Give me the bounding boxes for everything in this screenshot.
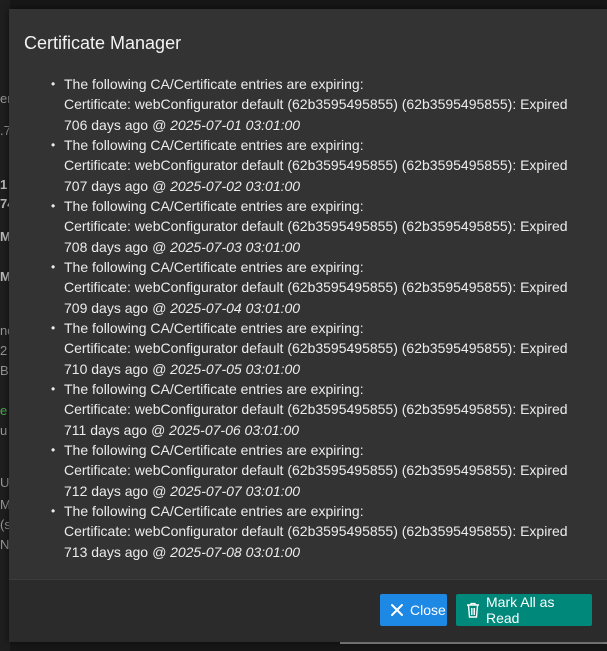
modal-footer: Close Mark All as Read xyxy=(9,579,607,642)
modal-body: Certificate Manager • The following CA/C… xyxy=(9,9,607,579)
notice-date: 2025-07-03 03:01:00 xyxy=(170,238,301,255)
notice-date: 2025-07-01 03:01:00 xyxy=(170,116,301,133)
notice-date: 2025-07-07 03:01:00 xyxy=(170,482,301,499)
notice-date: 2025-07-05 03:01:00 xyxy=(170,360,301,377)
notice-date: 2025-07-02 03:01:00 xyxy=(170,177,301,194)
close-button[interactable]: Close xyxy=(380,594,447,626)
notice-heading: The following CA/Certificate entries are… xyxy=(64,503,364,519)
notice-detail: Certificate: webConfigurator default (62… xyxy=(64,523,568,540)
close-button-label: Close xyxy=(410,602,446,618)
mark-all-read-button[interactable]: Mark All as Read xyxy=(456,594,592,626)
notice-heading: The following CA/Certificate entries are… xyxy=(64,320,364,336)
notice-days: 706 days ago xyxy=(64,116,149,133)
notice-detail: Certificate: webConfigurator default (62… xyxy=(64,340,568,357)
notice-detail: Certificate: webConfigurator default (62… xyxy=(64,279,568,296)
bullet-icon: • xyxy=(51,382,56,396)
notice-days: 713 days ago xyxy=(64,543,149,560)
modal-title: Certificate Manager xyxy=(24,33,182,53)
notice-at: @ xyxy=(151,360,167,377)
notice-detail: Certificate: webConfigurator default (62… xyxy=(64,218,568,235)
notice-item: • The following CA/Certificate entries a… xyxy=(51,318,594,379)
notice-heading: The following CA/Certificate entries are… xyxy=(64,381,364,397)
notice-heading: The following CA/Certificate entries are… xyxy=(64,259,364,275)
notice-list: • The following CA/Certificate entries a… xyxy=(51,74,594,562)
bullet-icon: • xyxy=(51,321,56,335)
trash-icon xyxy=(466,602,480,618)
bullet-icon: • xyxy=(51,199,56,213)
notice-at: @ xyxy=(151,299,167,316)
notice-days: 712 days ago xyxy=(64,482,149,499)
notice-date: 2025-07-08 03:01:00 xyxy=(170,543,301,560)
certificate-manager-modal: Certificate Manager • The following CA/C… xyxy=(9,9,607,642)
notice-days: 707 days ago xyxy=(64,177,149,194)
notice-item: • The following CA/Certificate entries a… xyxy=(51,501,594,562)
notice-detail: Certificate: webConfigurator default (62… xyxy=(64,157,568,174)
notice-days: 708 days ago xyxy=(64,238,149,255)
notice-detail: Certificate: webConfigurator default (62… xyxy=(64,96,568,113)
notice-days: 710 days ago xyxy=(64,360,149,377)
close-icon xyxy=(390,603,404,617)
notice-heading: The following CA/Certificate entries are… xyxy=(64,76,364,92)
notice-item: • The following CA/Certificate entries a… xyxy=(51,257,594,318)
notice-at: @ xyxy=(151,116,167,133)
notice-days: 711 days ago xyxy=(64,421,148,438)
bullet-icon: • xyxy=(51,260,56,274)
notice-at: @ xyxy=(151,177,167,194)
bullet-icon: • xyxy=(51,77,56,91)
notice-item: • The following CA/Certificate entries a… xyxy=(51,74,594,135)
notice-heading: The following CA/Certificate entries are… xyxy=(64,137,364,153)
notice-date: 2025-07-04 03:01:00 xyxy=(170,299,301,316)
notice-at: @ xyxy=(151,238,167,255)
mark-all-read-label: Mark All as Read xyxy=(486,594,555,626)
notice-item: • The following CA/Certificate entries a… xyxy=(51,196,594,257)
notice-at: @ xyxy=(151,482,167,499)
notice-heading: The following CA/Certificate entries are… xyxy=(64,198,364,214)
notice-heading: The following CA/Certificate entries are… xyxy=(64,442,364,458)
notice-item: • The following CA/Certificate entries a… xyxy=(51,135,594,196)
notice-item: • The following CA/Certificate entries a… xyxy=(51,379,594,440)
bullet-icon: • xyxy=(51,443,56,457)
notice-at: @ xyxy=(150,421,166,438)
notice-detail: Certificate: webConfigurator default (62… xyxy=(64,462,568,479)
notice-detail: Certificate: webConfigurator default (62… xyxy=(64,401,568,418)
notice-date: 2025-07-06 03:01:00 xyxy=(169,421,300,438)
bullet-icon: • xyxy=(51,504,56,518)
notice-item: • The following CA/Certificate entries a… xyxy=(51,440,594,501)
notice-days: 709 days ago xyxy=(64,299,149,316)
notice-at: @ xyxy=(151,543,167,560)
bullet-icon: • xyxy=(51,138,56,152)
